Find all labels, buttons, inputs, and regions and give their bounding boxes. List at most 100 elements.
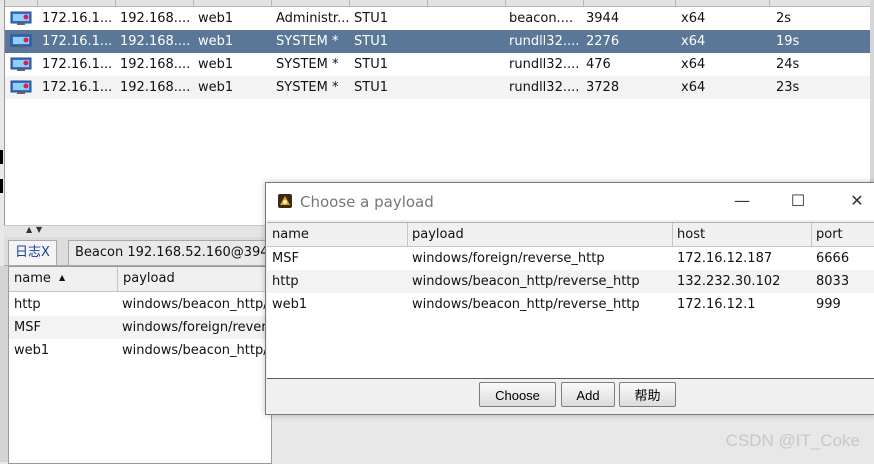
payload-port: 8033 bbox=[816, 274, 850, 289]
payload-name: http bbox=[272, 274, 299, 289]
column-header-name-label: name bbox=[14, 271, 51, 286]
beacon-listener: web1 bbox=[198, 34, 234, 49]
payload-port: 6666 bbox=[816, 251, 850, 266]
column-header-name[interactable]: name bbox=[267, 223, 408, 246]
payload-table-header: name payload host port bbox=[267, 223, 874, 247]
column-header-host[interactable]: host bbox=[672, 223, 812, 246]
listener-payload: windows/foreign/revers bbox=[122, 320, 274, 335]
listener-payload: windows/beacon_http/r bbox=[122, 297, 273, 312]
listeners-header: name ▲ payload bbox=[9, 267, 274, 292]
beacon-external-ip: 172.16.1... bbox=[42, 11, 113, 26]
computer-icon bbox=[10, 57, 32, 71]
payload-row[interactable]: web1 windows/beacon_http/reverse_http 17… bbox=[267, 293, 874, 316]
right-scrollbar[interactable] bbox=[870, 0, 874, 182]
listener-row[interactable]: web1 windows/beacon_http/r bbox=[9, 339, 273, 362]
payload-name: web1 bbox=[272, 297, 308, 312]
tab-log-label: 日志X bbox=[15, 245, 50, 260]
beacon-computer: STU1 bbox=[354, 57, 388, 72]
payload-type: windows/beacon_http/reverse_http bbox=[412, 274, 640, 289]
beacon-computer: STU1 bbox=[354, 34, 388, 49]
beacon-arch: x64 bbox=[681, 34, 706, 49]
listeners-table: name ▲ payload http windows/beacon_http/… bbox=[8, 266, 274, 464]
add-button[interactable]: Add bbox=[561, 382, 615, 407]
payload-row[interactable]: MSF windows/foreign/reverse_http 172.16.… bbox=[267, 247, 874, 270]
listener-row[interactable]: MSF windows/foreign/revers bbox=[9, 316, 274, 339]
column-header-payload-label: payload bbox=[412, 227, 464, 242]
beacon-process: rundll32.... bbox=[509, 34, 580, 49]
payload-host: 172.16.12.187 bbox=[677, 251, 773, 266]
beacon-last: 23s bbox=[776, 80, 800, 95]
computer-icon bbox=[10, 34, 32, 48]
payload-type: windows/foreign/reverse_http bbox=[412, 251, 605, 266]
sort-ascending-icon: ▲ bbox=[59, 273, 66, 282]
beacon-row[interactable]: 172.16.1... 192.168.... web1 SYSTEM * ST… bbox=[5, 53, 871, 76]
beacon-user: SYSTEM * bbox=[276, 80, 339, 95]
beacon-arch: x64 bbox=[681, 11, 706, 26]
beacon-listener: web1 bbox=[198, 57, 234, 72]
tab-beacon-label: Beacon 192.168.52.160@394 bbox=[75, 245, 269, 260]
listener-payload: windows/beacon_http/r bbox=[122, 343, 273, 358]
beacon-row[interactable]: 172.16.1... 192.168.... web1 SYSTEM * ST… bbox=[5, 76, 871, 99]
beacon-external-ip: 172.16.1... bbox=[42, 80, 113, 95]
dialog-titlebar[interactable]: Choose a payload — ☐ ✕ bbox=[266, 183, 874, 220]
beacon-internal-ip: 192.168.... bbox=[120, 11, 191, 26]
payload-name: MSF bbox=[272, 251, 299, 266]
minimize-icon[interactable]: — bbox=[730, 191, 754, 211]
beacon-user: SYSTEM * bbox=[276, 34, 339, 49]
column-header-host-label: host bbox=[677, 227, 706, 242]
beacon-row[interactable]: 172.16.1... 192.168.... web1 SYSTEM * ST… bbox=[5, 30, 871, 53]
listener-name: web1 bbox=[14, 343, 50, 358]
tab-bar: 日志X Beacon 192.168.52.160@394 bbox=[4, 237, 294, 266]
beacon-pid: 3944 bbox=[586, 11, 620, 26]
tab-beacon[interactable]: Beacon 192.168.52.160@394 bbox=[68, 240, 276, 265]
beacon-pid: 2276 bbox=[586, 34, 620, 49]
choose-payload-dialog: Choose a payload — ☐ ✕ name payload host… bbox=[265, 182, 874, 415]
beacon-last: 19s bbox=[776, 34, 800, 49]
beacon-computer: STU1 bbox=[354, 80, 388, 95]
column-header-payload[interactable]: payload bbox=[407, 223, 673, 246]
payload-host: 172.16.12.1 bbox=[677, 297, 756, 312]
beacon-listener: web1 bbox=[198, 11, 234, 26]
beacon-internal-ip: 192.168.... bbox=[120, 34, 191, 49]
listener-name: MSF bbox=[14, 320, 41, 335]
beacon-pid: 476 bbox=[586, 57, 611, 72]
payload-table: name payload host port MSF windows/forei… bbox=[267, 222, 874, 379]
payload-host: 132.232.30.102 bbox=[677, 274, 781, 289]
beacon-internal-ip: 192.168.... bbox=[120, 57, 191, 72]
dialog-title: Choose a payload bbox=[300, 193, 434, 211]
beacon-process: rundll32.... bbox=[509, 57, 580, 72]
close-icon[interactable]: ✕ bbox=[845, 191, 869, 211]
help-button[interactable]: 帮助 bbox=[619, 382, 676, 407]
beacon-external-ip: 172.16.1... bbox=[42, 34, 113, 49]
beacon-arch: x64 bbox=[681, 57, 706, 72]
column-header-payload-label: payload bbox=[123, 271, 175, 286]
beacon-row[interactable]: 172.16.1... 192.168.... web1 Administr..… bbox=[5, 7, 871, 30]
beacon-computer: STU1 bbox=[354, 11, 388, 26]
payload-type: windows/beacon_http/reverse_http bbox=[412, 297, 640, 312]
column-header-name[interactable]: name ▲ bbox=[9, 267, 118, 291]
beacon-external-ip: 172.16.1... bbox=[42, 57, 113, 72]
beacon-process: rundll32.... bbox=[509, 80, 580, 95]
beacon-table-header bbox=[5, 0, 871, 7]
column-header-port-label: port bbox=[816, 227, 843, 242]
computer-icon bbox=[10, 11, 32, 25]
splitter-up-arrow[interactable]: ▲ bbox=[26, 226, 32, 234]
edge-mark bbox=[0, 179, 3, 193]
column-header-payload[interactable]: payload bbox=[118, 267, 274, 291]
column-header-port[interactable]: port bbox=[811, 223, 874, 246]
watermark: CSDN @IT_Coke bbox=[725, 431, 860, 450]
beacon-listener: web1 bbox=[198, 80, 234, 95]
tab-log[interactable]: 日志X bbox=[8, 240, 57, 265]
beacon-last: 2s bbox=[776, 11, 792, 26]
edge-mark bbox=[0, 150, 3, 164]
beacon-internal-ip: 192.168.... bbox=[120, 80, 191, 95]
splitter-down-arrow[interactable]: ▼ bbox=[36, 226, 42, 234]
listener-row[interactable]: http windows/beacon_http/r bbox=[9, 293, 273, 316]
beacon-arch: x64 bbox=[681, 80, 706, 95]
listener-name: http bbox=[14, 297, 41, 312]
column-header-name-label: name bbox=[272, 227, 309, 242]
maximize-icon[interactable]: ☐ bbox=[786, 191, 810, 211]
beacon-last: 24s bbox=[776, 57, 800, 72]
choose-button[interactable]: Choose bbox=[479, 382, 556, 407]
payload-row[interactable]: http windows/beacon_http/reverse_http 13… bbox=[267, 270, 874, 293]
